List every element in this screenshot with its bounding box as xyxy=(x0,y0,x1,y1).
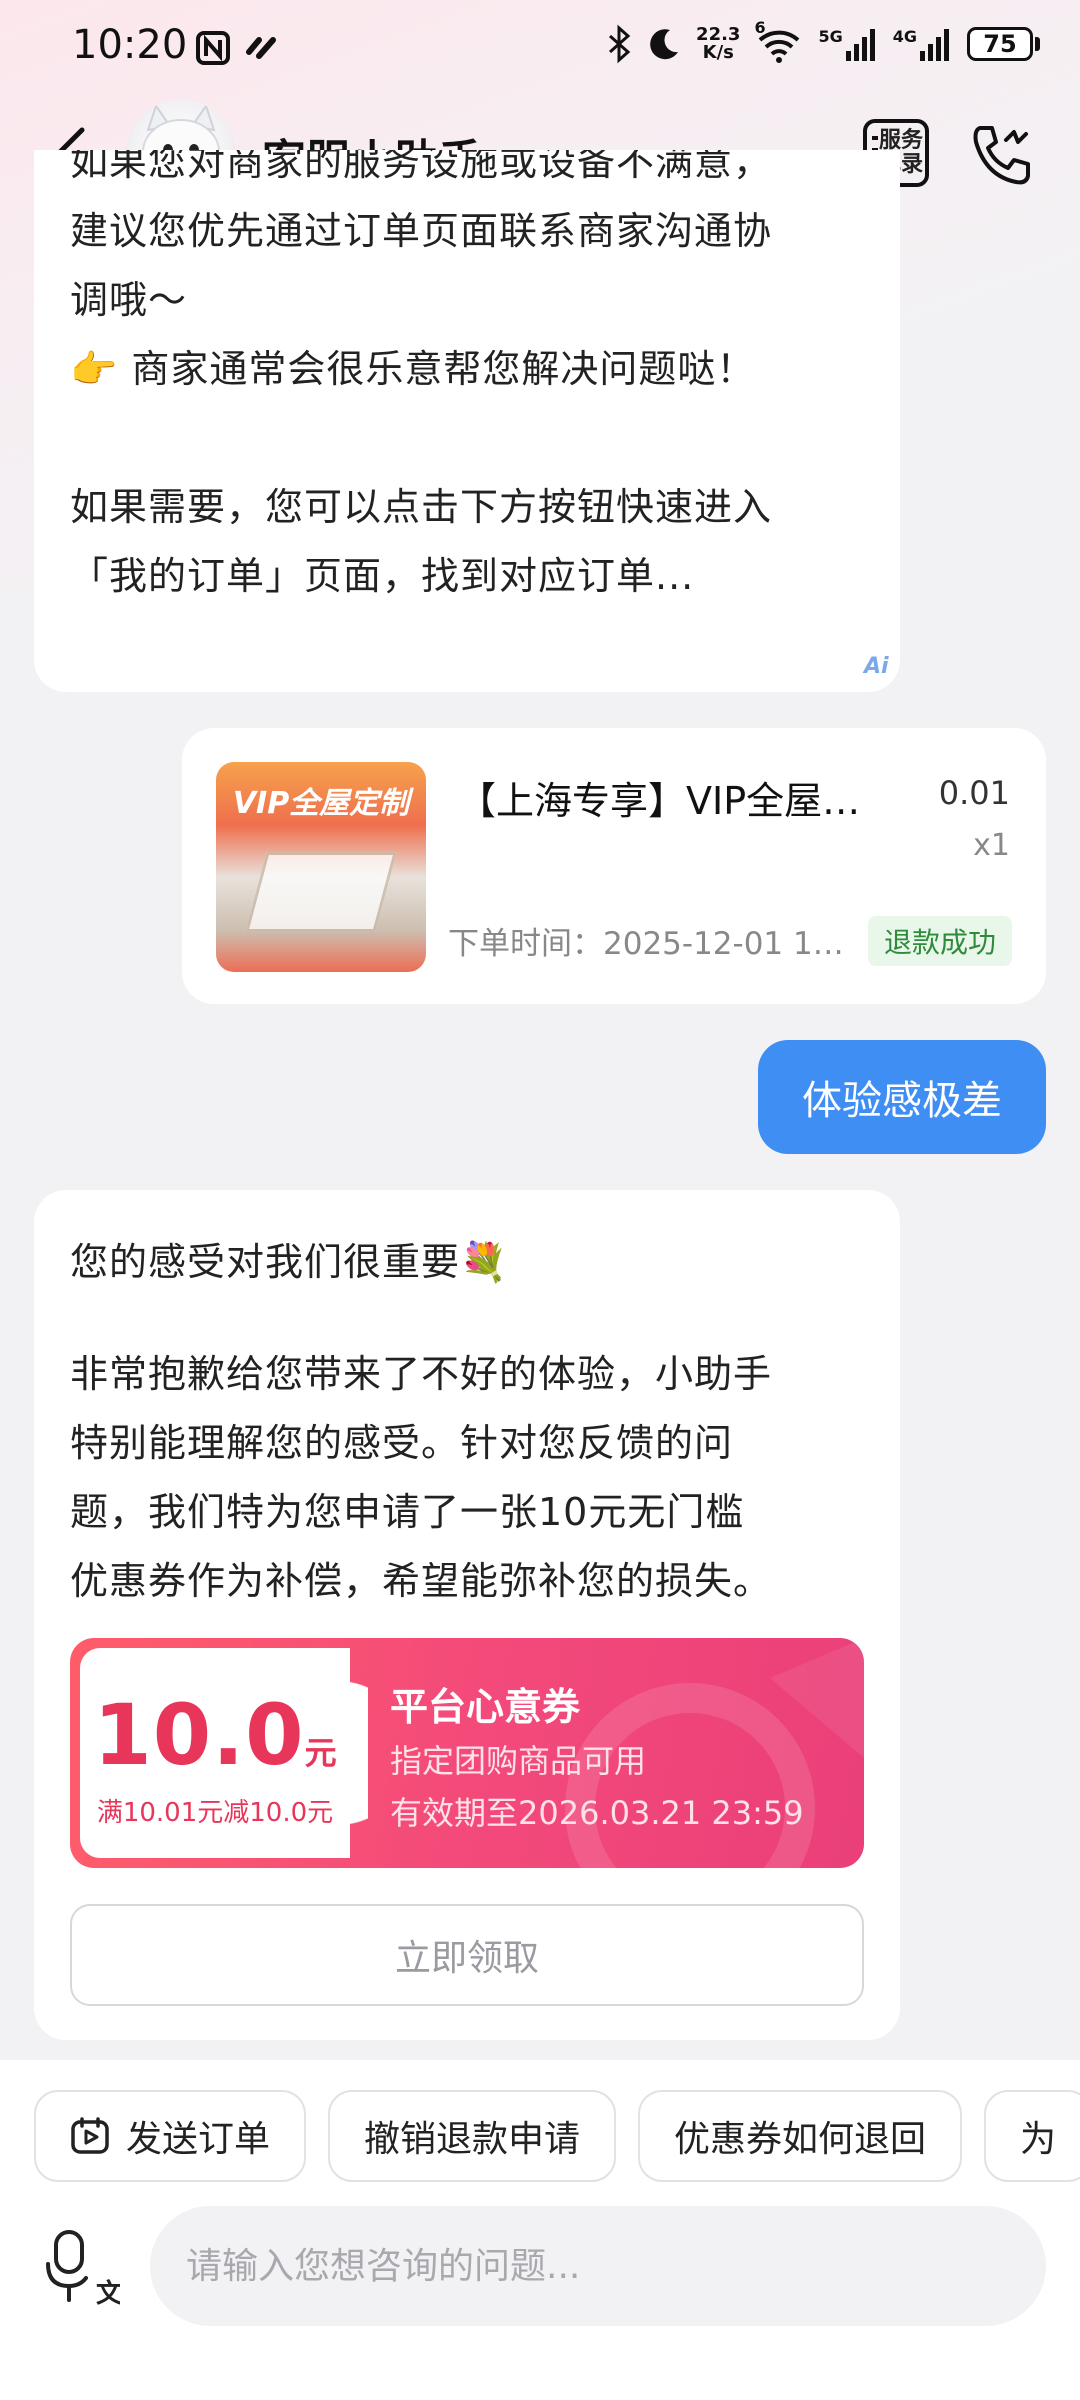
cancel-refund-chip[interactable]: 撤销退款申请 xyxy=(328,2090,617,2182)
battery-icon: 75 xyxy=(967,27,1040,61)
coupon-condition: 满10.01元减10.0元 xyxy=(96,1798,334,1828)
order-quantity: x1 xyxy=(973,828,1010,863)
reply-line: 优惠券作为补偿，希望能弥补您的损失。 xyxy=(70,1559,773,1603)
send-order-chip[interactable]: 发送订单 xyxy=(34,2090,307,2182)
message-line: 「我的订单」页面，找到对应订单... xyxy=(70,554,695,598)
coupon-card[interactable]: 10.0元 满10.01元减10.0元 平台心意券 指定团购商品可用 有效期至2… xyxy=(70,1638,864,1868)
input-row: 文 xyxy=(0,2206,1080,2336)
quick-actions: 发送订单 撤销退款申请 优惠券如何退回 为 xyxy=(34,2090,1080,2182)
phone-call-icon[interactable] xyxy=(966,120,1036,190)
message-line: 调哦～ xyxy=(70,278,188,322)
link-icon xyxy=(246,37,276,59)
coupon-scope: 指定团购商品可用 xyxy=(390,1742,647,1780)
nfc-icon xyxy=(196,31,230,65)
ai-generated-badge: Ai xyxy=(864,654,889,679)
reply-line: 非常抱歉给您带来了不好的体验，小助手 xyxy=(70,1352,773,1396)
coupon-return-chip[interactable]: 优惠券如何退回 xyxy=(638,2090,963,2182)
order-thumbnail: VIP全屋定制 xyxy=(216,762,426,972)
svg-text:文: 文 xyxy=(96,2278,120,2308)
bottom-bar: 发送订单 撤销退款申请 优惠券如何退回 为 文 xyxy=(0,2060,1080,2400)
message-line: 如果需要，您可以点击下方按钮快速进入 xyxy=(70,485,773,529)
wifi-icon: 6 xyxy=(754,18,804,64)
bluetooth-icon xyxy=(609,24,631,64)
more-chip[interactable]: 为 xyxy=(984,2090,1080,2182)
coupon-validity: 有效期至2026.03.21 23:59 xyxy=(390,1794,804,1832)
status-bar: 10:20 22.3 K/s 6 5G 4G 75 xyxy=(0,0,1080,100)
signal-4g-icon: 4G xyxy=(893,27,953,61)
message-line: 👉 商家通常会很乐意帮您解决问题哒！ xyxy=(70,347,756,391)
refund-status-badge: 退款成功 xyxy=(868,916,1012,966)
order-title: 【上海专享】VIP全屋定制设计 xyxy=(458,779,898,823)
moon-icon xyxy=(650,29,679,60)
order-time: 下单时间：2025-12-01 10:00 xyxy=(448,926,848,962)
order-price: 0.01 xyxy=(938,774,1010,812)
coupon-name: 平台心意券 xyxy=(390,1685,581,1729)
user-message: 体验感极差 xyxy=(758,1040,1046,1154)
reply-line: 特别能理解您的感受。针对您反馈的问 xyxy=(70,1421,734,1465)
network-speed: 22.3 K/s xyxy=(696,24,741,63)
assistant-message: 如果您对商家的服务设施或设备不满意， 建议您优先通过订单页面联系商家沟通协 调哦… xyxy=(34,150,900,692)
message-line: 如果您对商家的服务设施或设备不满意， xyxy=(70,150,773,184)
reply-line: 题，我们特为您申请了一张10元无门槛 xyxy=(70,1490,745,1534)
coupon-amount: 10.0元 xyxy=(93,1686,337,1784)
claim-coupon-button[interactable]: 立即领取 xyxy=(70,1904,864,2006)
question-input[interactable] xyxy=(150,2206,1046,2326)
send-order-icon xyxy=(71,2117,109,2154)
reply-heading: 您的感受对我们很重要💐 xyxy=(70,1240,509,1284)
voice-translate-icon[interactable]: 文 xyxy=(40,2228,120,2308)
signal-5g-icon: 5G xyxy=(818,27,878,61)
message-line: 建议您优先通过订单页面联系商家沟通协 xyxy=(70,209,773,253)
order-card[interactable]: VIP全屋定制 【上海专享】VIP全屋定制设计 0.01 x1 下单时间：202… xyxy=(182,728,1046,1004)
assistant-reply: 您的感受对我们很重要💐 非常抱歉给您带来了不好的体验，小助手 特别能理解您的感受… xyxy=(34,1190,900,2040)
status-time: 10:20 xyxy=(72,22,188,68)
